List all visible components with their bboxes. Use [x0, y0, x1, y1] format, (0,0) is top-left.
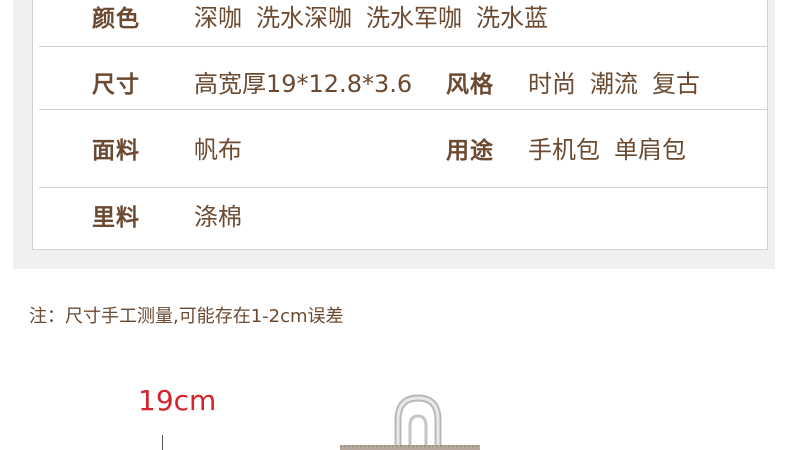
spec-value-style: 时尚 潮流 复古	[528, 64, 714, 99]
spec-label-lining: 里料	[92, 205, 140, 231]
size-value: 高宽厚19*12.8*3.6	[194, 70, 413, 98]
spec-value-fabric: 帆布	[194, 130, 256, 165]
spec-value-size: 高宽厚19*12.8*3.6	[194, 64, 426, 99]
spec-label-color: 颜色	[92, 6, 140, 32]
spec-row-lining: 里料 涤棉	[33, 188, 767, 250]
fabric-value: 帆布	[194, 136, 242, 164]
spec-value-usage: 手机包 单肩包	[528, 130, 700, 165]
spec-label-size: 尺寸	[92, 72, 140, 98]
spec-value-lining: 涤棉	[194, 197, 256, 232]
usage-option: 单肩包	[614, 136, 686, 164]
spec-panel: 颜色 深咖 洗水深咖 洗水军咖 洗水蓝 尺寸 高宽厚19*12.8*3.6 风格 时尚…	[13, 0, 775, 269]
lining-value: 涤棉	[194, 203, 242, 231]
spec-value-color: 深咖 洗水深咖 洗水军咖 洗水蓝	[194, 0, 562, 33]
spec-row-size: 尺寸 高宽厚19*12.8*3.6 风格 时尚 潮流 复古	[33, 47, 767, 110]
style-option: 时尚	[528, 70, 576, 98]
spec-row-fabric: 面料 帆布 用途 手机包 单肩包	[33, 110, 767, 188]
bag-product-image	[340, 394, 480, 450]
spec-row-color: 颜色 深咖 洗水深咖 洗水军咖 洗水蓝	[33, 0, 767, 47]
color-option: 洗水蓝	[476, 4, 548, 32]
dimension-tick	[162, 435, 163, 450]
color-option: 洗水军咖	[366, 4, 462, 32]
spec-table: 颜色 深咖 洗水深咖 洗水军咖 洗水蓝 尺寸 高宽厚19*12.8*3.6 风格 时尚…	[32, 0, 768, 250]
measurement-note: 注：尺寸手工测量,可能存在1-2cm误差	[29, 306, 344, 327]
style-option: 潮流	[590, 70, 638, 98]
spec-label-style: 风格	[446, 72, 494, 98]
dimension-label: 19cm	[138, 384, 217, 417]
style-option: 复古	[652, 70, 700, 98]
color-option: 深咖	[194, 4, 242, 32]
usage-option: 手机包	[528, 136, 600, 164]
spec-label-fabric: 面料	[92, 138, 140, 164]
spec-label-usage: 用途	[446, 138, 494, 164]
color-option: 洗水深咖	[256, 4, 352, 32]
